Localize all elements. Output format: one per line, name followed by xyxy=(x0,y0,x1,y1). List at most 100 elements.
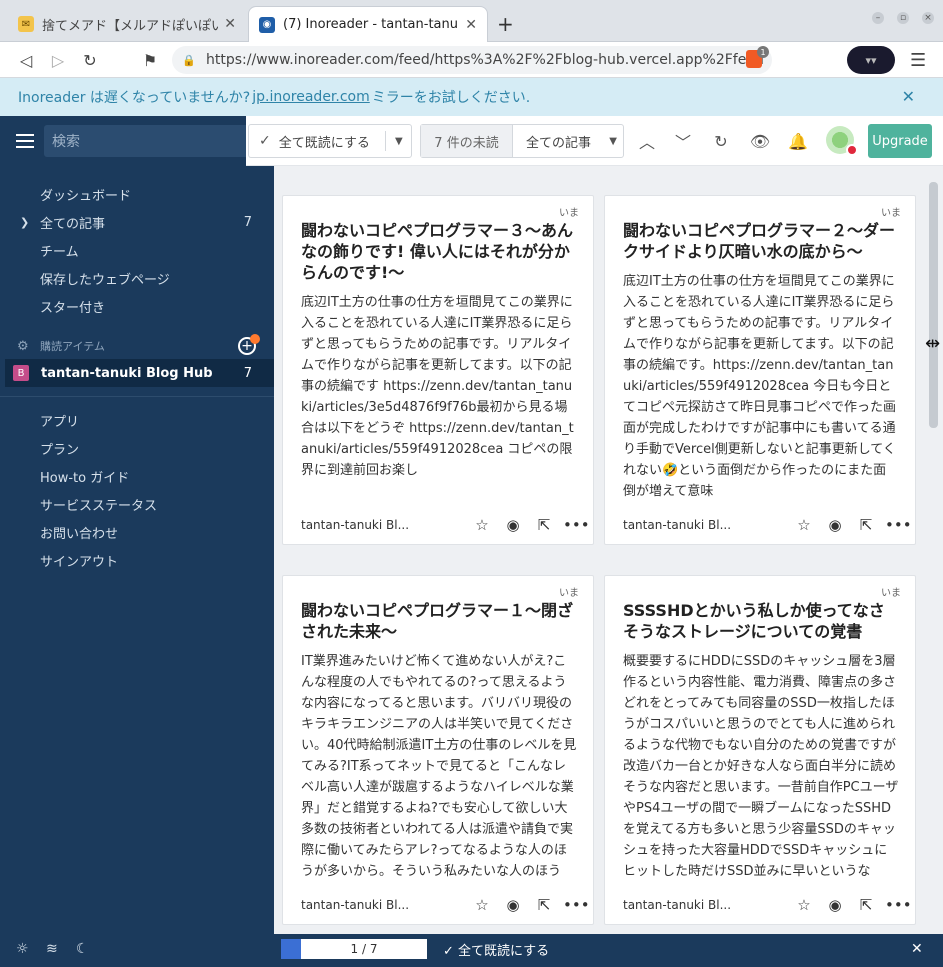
sidebar-item-label: アプリ xyxy=(40,414,80,430)
sidebar-item-label: ダッシュボード xyxy=(40,188,132,204)
gear-icon[interactable]: ⚙ xyxy=(17,339,29,354)
sidebar-item-saved-pages[interactable]: 保存したウェブページ xyxy=(0,264,274,292)
read-toggle-icon[interactable]: ◉ xyxy=(501,896,525,914)
more-icon[interactable]: ••• xyxy=(885,516,912,534)
close-icon[interactable]: ✕ xyxy=(911,941,923,957)
close-icon[interactable]: ✕ xyxy=(902,87,915,106)
article-title[interactable]: 闘わないコピペプログラマー３～あんなの飾りです! 偉い人にはそれが分からんのです… xyxy=(301,220,577,283)
pager-progress xyxy=(281,939,301,959)
lock-icon: 🔒 xyxy=(182,54,196,67)
sidebar-item-apps[interactable]: アプリ xyxy=(0,406,274,434)
forward-icon[interactable]: ▷ xyxy=(46,48,70,72)
close-window-icon[interactable]: × xyxy=(922,12,934,24)
sidebar: 検索 ダッシュボード ❯ 全ての記事 7 チーム 保存したウェブページ スター付… xyxy=(0,116,274,934)
banner-mirror-link[interactable]: jp.inoreader.com xyxy=(252,89,370,105)
reload-icon[interactable]: ↻ xyxy=(78,48,102,72)
more-icon[interactable]: ••• xyxy=(885,896,912,914)
wallet-icon[interactable]: ▾▾ xyxy=(847,46,895,74)
avatar[interactable] xyxy=(826,126,858,156)
article-source[interactable]: tantan-tanuki Bl... xyxy=(301,898,463,912)
sidebar-item-howto[interactable]: How-to ガイド xyxy=(0,462,274,490)
sidebar-item-signout[interactable]: サインアウト xyxy=(0,546,274,574)
sidebar-item-contact[interactable]: お問い合わせ xyxy=(0,518,274,546)
banner-text-suffix: ミラーをお試しください. xyxy=(371,90,531,106)
article-title[interactable]: SSSSHDとかいう私しか使ってなさそうなストレージについての覚書 xyxy=(623,600,899,642)
sidebar-item-all-articles[interactable]: ❯ 全ての記事 7 xyxy=(0,208,274,236)
close-tab-icon[interactable]: ✕ xyxy=(224,16,236,32)
density-icon[interactable]: ≋ xyxy=(46,941,58,957)
article-pager: 1 / 7 xyxy=(281,939,427,959)
article-title[interactable]: 闘わないコピペプログラマー２～ダークサイドより仄暗い水の底から～ xyxy=(623,220,899,262)
sidebar-item-starred[interactable]: スター付き xyxy=(0,292,274,320)
browser-menu-icon[interactable]: ☰ xyxy=(910,50,926,71)
bell-icon[interactable]: 🔔 xyxy=(787,130,809,152)
pager-text: 1 / 7 xyxy=(350,942,378,956)
article-footer: tantan-tanuki Bl... ☆ ◉ ⇱ ••• xyxy=(623,514,912,536)
read-toggle-icon[interactable]: ◉ xyxy=(823,896,847,914)
mark-all-read-button[interactable]: ✓ 全て既読にする ▼ xyxy=(248,124,412,158)
read-toggle-icon[interactable]: ◉ xyxy=(501,516,525,534)
view-filter-dropdown[interactable]: 7 件の未読 全ての記事 ▼ xyxy=(420,124,624,158)
sidebar-item-label: スター付き xyxy=(40,300,106,316)
article-source[interactable]: tantan-tanuki Bl... xyxy=(623,898,785,912)
close-tab-icon[interactable]: ✕ xyxy=(465,17,477,33)
article-excerpt: 概要要するにHDDにSSDのキャッシュ層を3層作るという内容性能、電力消費、障害… xyxy=(623,654,899,879)
mark-all-read-label: 全て既読にする xyxy=(458,944,550,959)
sidebar-item-plans[interactable]: プラン xyxy=(0,434,274,462)
chevron-right-icon[interactable]: ❯ xyxy=(20,216,29,229)
more-icon[interactable]: ••• xyxy=(563,516,590,534)
next-article-icon[interactable]: ﹀ xyxy=(672,130,694,152)
open-external-icon[interactable]: ⇱ xyxy=(854,896,878,914)
notification-badge xyxy=(846,144,858,156)
minimize-icon[interactable]: – xyxy=(872,12,884,24)
eye-icon[interactable]: 👁 xyxy=(749,130,771,152)
article-time: いま xyxy=(881,208,901,219)
subscriptions-header: ⚙ 購読アイテム + xyxy=(0,332,274,360)
star-icon[interactable]: ☆ xyxy=(792,516,816,534)
star-icon[interactable]: ☆ xyxy=(470,896,494,914)
open-external-icon[interactable]: ⇱ xyxy=(532,896,556,914)
chevron-down-icon[interactable]: ▼ xyxy=(395,136,403,147)
sidebar-item-label: サービスステータス xyxy=(40,498,158,514)
mark-all-read-label: 全て既読にする xyxy=(278,135,370,151)
star-icon[interactable]: ☆ xyxy=(792,896,816,914)
article-title[interactable]: 闘わないコピペプログラマー１～閉ざされた未来～ xyxy=(301,600,577,642)
search-input[interactable]: 検索 xyxy=(44,125,264,157)
refresh-icon[interactable]: ↻ xyxy=(710,130,732,152)
star-icon[interactable]: ☆ xyxy=(470,516,494,534)
upgrade-button[interactable]: Upgrade xyxy=(868,124,932,158)
article-time: いま xyxy=(559,208,579,219)
open-external-icon[interactable]: ⇱ xyxy=(532,516,556,534)
address-bar[interactable]: 🔒 https://www.inoreader.com/feed/https%3… xyxy=(172,46,772,74)
previous-article-icon[interactable]: ︿ xyxy=(636,130,658,152)
sun-icon[interactable]: ☼ xyxy=(16,941,29,957)
section-title: 購読アイテム xyxy=(40,340,105,353)
more-icon[interactable]: ••• xyxy=(563,896,590,914)
sidebar-item-team[interactable]: チーム xyxy=(0,236,274,264)
browser-tab-inoreader[interactable]: ◉ (7) Inoreader - tantan-tanuki B ✕ xyxy=(248,6,488,42)
mark-all-read-bottom-button[interactable]: ✓ 全て既読にする xyxy=(443,940,549,959)
back-icon[interactable]: ◁ xyxy=(14,48,38,72)
read-toggle-icon[interactable]: ◉ xyxy=(823,516,847,534)
bookmark-icon[interactable]: ⚑ xyxy=(138,48,162,72)
sidebar-feed-item[interactable]: B tantan-tanuki Blog Hub 7 xyxy=(5,359,274,387)
mouse-cursor-icon: ⇹ xyxy=(925,333,941,354)
article-card[interactable]: いま 闘わないコピペプログラマー１～閉ざされた未来～ IT業界進みたいけど怖くて… xyxy=(282,575,594,925)
sidebar-item-dashboard[interactable]: ダッシュボード xyxy=(0,180,274,208)
open-external-icon[interactable]: ⇱ xyxy=(854,516,878,534)
tab-title: 捨てメアド【メルアドぽいぽい】 xyxy=(42,18,219,34)
article-card[interactable]: いま SSSSHDとかいう私しか使ってなさそうなストレージについての覚書 概要要… xyxy=(604,575,916,925)
browser-tab-mail[interactable]: ✉ 捨てメアド【メルアドぽいぽい】 ✕ xyxy=(8,6,246,42)
article-source[interactable]: tantan-tanuki Bl... xyxy=(623,518,785,532)
sidebar-item-status[interactable]: サービスステータス xyxy=(0,490,274,518)
article-card[interactable]: いま 闘わないコピペプログラマー３～あんなの飾りです! 偉い人にはそれが分からん… xyxy=(282,195,594,545)
scrollbar-thumb[interactable] xyxy=(929,182,938,428)
new-tab-button[interactable]: + xyxy=(497,12,514,36)
maximize-icon[interactable]: ▫ xyxy=(897,12,909,24)
article-card[interactable]: いま 闘わないコピペプログラマー２～ダークサイドより仄暗い水の底から～ 底辺IT… xyxy=(604,195,916,545)
separator xyxy=(385,131,386,151)
hamburger-menu-icon[interactable] xyxy=(16,134,34,148)
article-source[interactable]: tantan-tanuki Bl... xyxy=(301,518,463,532)
moon-icon[interactable]: ☾ xyxy=(76,941,89,957)
article-excerpt: 底辺IT土方の仕事の仕方を垣間見てこの業界に入ることを恐れている人達にIT業界恐… xyxy=(623,274,897,499)
